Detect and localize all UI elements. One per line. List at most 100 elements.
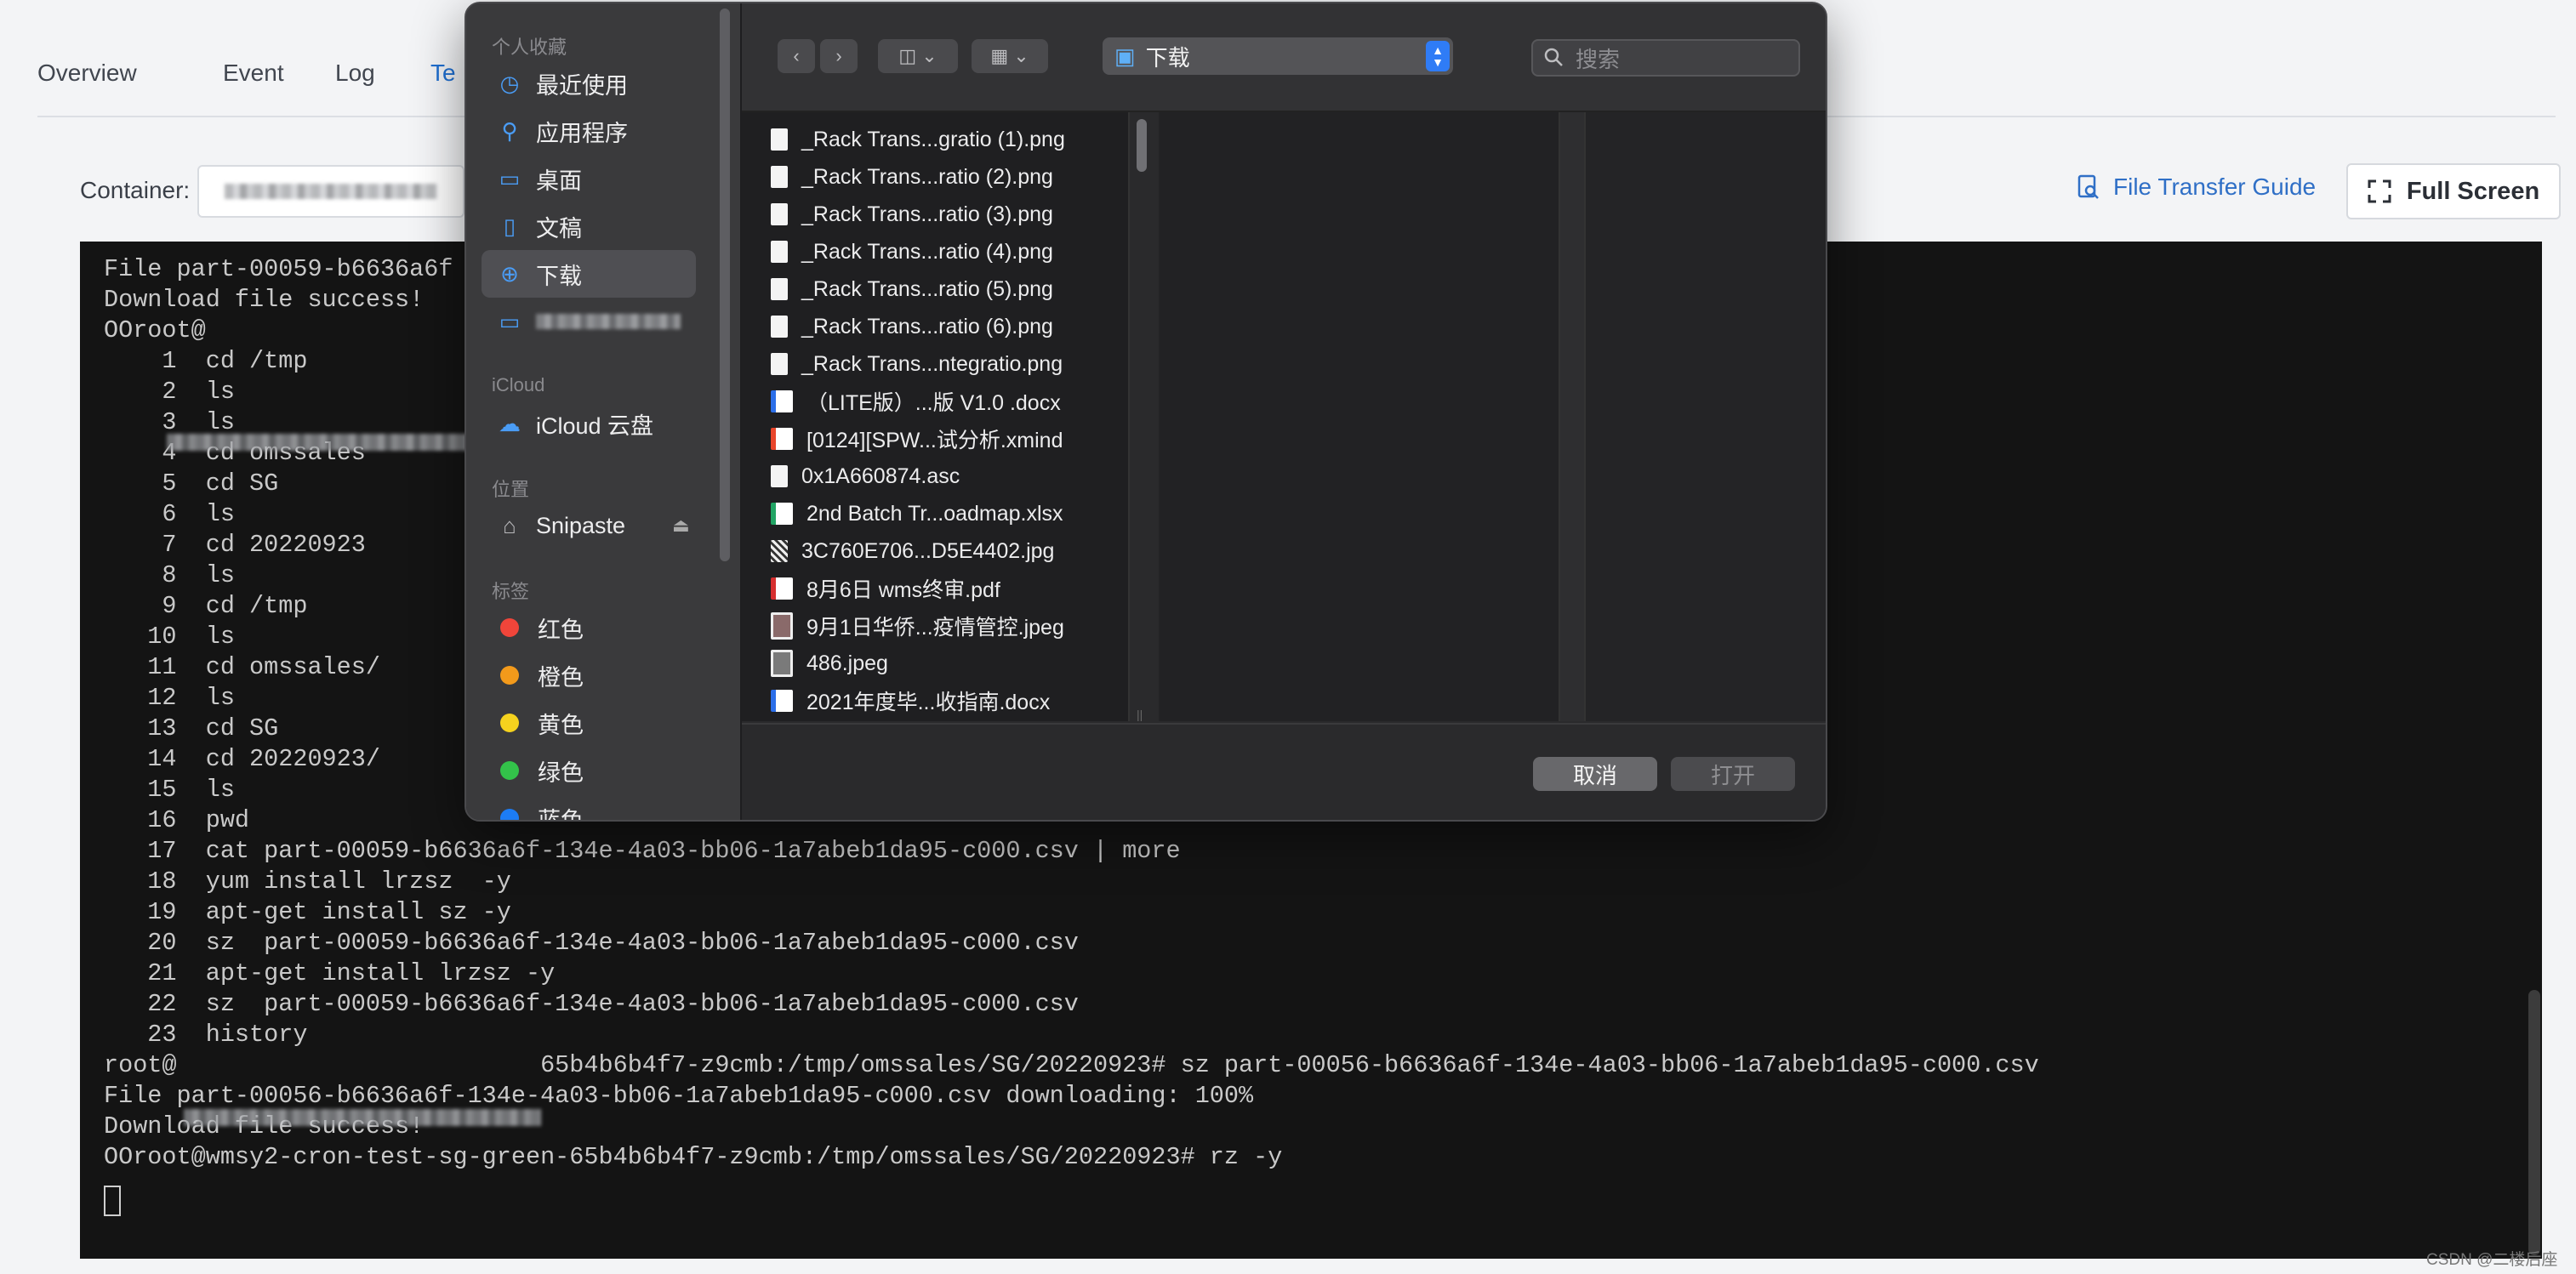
columns-view-icon: ◫ (898, 45, 917, 66)
tag-color-dot-icon (500, 618, 519, 637)
file-list-item[interactable]: _Rack Trans...ratio (5).png (771, 272, 1053, 306)
file-list-item[interactable]: 9月1日华侨...疫情管控.jpeg (771, 609, 1064, 643)
eject-icon[interactable]: ⏏ (672, 515, 690, 537)
file-list-item[interactable]: _Rack Trans...ntegratio.png (771, 347, 1063, 381)
file-list-item[interactable]: 0x1A660874.asc (771, 459, 960, 493)
terminal-line: OOroot@ (104, 316, 206, 344)
sidebar-item-favorite[interactable]: ◷ 最近使用 (482, 60, 696, 107)
file-png-icon (771, 128, 788, 151)
file-name: 0x1A660874.asc (801, 464, 960, 488)
dialog-footer: 取消 打开 (742, 723, 1826, 820)
sidebar-item-favorite[interactable]: ⚲ 应用程序 (482, 107, 696, 155)
file-list-item[interactable]: _Rack Trans...gratio (1).png (771, 122, 1065, 156)
sidebar-item-tag[interactable]: 红色 (482, 604, 696, 651)
tab-log[interactable]: Log (335, 60, 375, 87)
redacted-container-name (225, 184, 437, 199)
sidebar-item-tag[interactable]: 橙色 (482, 651, 696, 699)
tag-color-dot-icon (500, 714, 519, 732)
file-png-icon (771, 353, 788, 375)
terminal-cursor (104, 1186, 121, 1216)
column-resize-strip[interactable]: || (1130, 112, 1159, 721)
redacted-folder-name (536, 314, 681, 329)
grid-icon: ▦ (990, 45, 1009, 66)
sidebar-item-snipaste[interactable]: ⌂ Snipaste ⏏ (482, 502, 696, 549)
sidebar-scrollbar[interactable] (720, 9, 730, 561)
cancel-button[interactable]: 取消 (1533, 757, 1657, 791)
folder-icon: ▭ (499, 308, 521, 334)
sidebar-item-label: 绿色 (538, 759, 584, 786)
terminal-scrollbar[interactable] (2528, 990, 2540, 1255)
file-list-item[interactable]: 2021年度毕...收指南.docx (771, 684, 1050, 718)
group-by-button[interactable]: ▦ ⌄ (972, 39, 1048, 73)
sidebar-item-tag[interactable]: 蓝色 (482, 794, 696, 820)
file-list-scrollbar[interactable] (1137, 119, 1147, 172)
tab-overview[interactable]: Overview (37, 60, 137, 87)
terminal-line: 2 ls (104, 378, 235, 406)
location-popup[interactable]: ▣ 下载 ▲ ▼ (1103, 37, 1453, 75)
terminal-line: 18 yum install lrzsz -y (104, 867, 511, 896)
file-list-item[interactable]: 2nd Batch Tr...oadmap.xlsx (771, 497, 1063, 531)
sidebar-item-blurred-folder[interactable]: ▭ (482, 298, 696, 345)
full-screen-button[interactable]: Full Screen (2346, 163, 2561, 219)
locations-header: 位置 (492, 479, 530, 500)
sidebar-item-favorite[interactable]: ▯ 文稿 (482, 202, 696, 250)
sidebar-item-tag[interactable]: 绿色 (482, 747, 696, 794)
file-list-item[interactable]: _Rack Trans...ratio (2).png (771, 160, 1053, 194)
file-name: _Rack Trans...ntegratio.png (801, 351, 1063, 376)
sidebar-item-favorite[interactable]: ▭ 桌面 (482, 155, 696, 202)
open-file-dialog: 个人收藏 ◷ 最近使用 ⚲ 应用程序 ▭ 桌面 ▯ 文稿 ⊕ 下载 ▭ iCloud ☁ iClo… (464, 2, 1827, 822)
file-qr-icon (771, 540, 788, 562)
file-name: 2021年度毕...收指南.docx (806, 691, 1051, 714)
file-transfer-guide-link[interactable]: File Transfer Guide (2077, 173, 2316, 201)
file-list-item[interactable]: 3C760E706...D5E4402.jpg (771, 534, 1054, 568)
chevron-left-icon: ‹ (793, 45, 800, 66)
file-list-item[interactable]: [0124][SPW...试分析.xmind (771, 422, 1063, 456)
favorites-header: 个人收藏 (492, 37, 567, 58)
sidebar-item-favorite[interactable]: ⊕ 下载 (482, 250, 696, 298)
sidebar-item-label: 下载 (536, 263, 582, 289)
terminal-line: File part-00059-b6636a6f (104, 255, 453, 283)
tag-color-dot-icon (500, 666, 519, 685)
file-name: _Rack Trans...ratio (5).png (801, 276, 1053, 301)
download-icon: ⊕ (500, 260, 519, 287)
terminal-line: File part-00056-b6636a6f-134e-4a03-bb06-… (104, 1082, 1254, 1110)
chevron-right-icon: › (835, 45, 842, 66)
file-name: 3C760E706...D5E4402.jpg (801, 538, 1055, 563)
file-list-item[interactable]: 8月6日 wms终审.pdf (771, 572, 1000, 606)
terminal-line: 20 sz part-00059-b6636a6f-134e-4a03-bb06… (104, 929, 1079, 957)
search-field[interactable]: 搜索 (1531, 39, 1800, 77)
search-placeholder: 搜索 (1576, 46, 1621, 72)
terminal-line: root@ 65b4b6b4f7-z9cmb:/tmp/omssales/SG/… (104, 1051, 2039, 1079)
file-name: [0124][SPW...试分析.xmind (806, 429, 1063, 452)
forward-button[interactable]: › (820, 39, 858, 73)
redacted-hostname (184, 1109, 541, 1126)
file-name: （LITE版）...版 V1.0 .docx (806, 391, 1061, 415)
sidebar-item-label: iCloud 云盘 (536, 412, 654, 439)
sidebar-item-icloud-drive[interactable]: ☁ iCloud 云盘 (482, 400, 696, 447)
preview-column (1584, 112, 1826, 721)
file-list-item[interactable]: （LITE版）...版 V1.0 .docx (771, 384, 1061, 418)
file-list-item[interactable]: _Rack Trans...ratio (3).png (771, 197, 1053, 231)
sidebar-item-label: 红色 (538, 617, 584, 643)
tab-event[interactable]: Event (223, 60, 284, 87)
container-select[interactable] (197, 165, 464, 218)
column-resize-strip[interactable] (1560, 112, 1584, 721)
view-mode-button[interactable]: ◫ ⌄ (878, 39, 958, 73)
open-button[interactable]: 打开 (1671, 757, 1795, 791)
back-button[interactable]: ‹ (778, 39, 815, 73)
updown-arrows-icon: ▲ ▼ (1426, 41, 1450, 71)
tab-terminal[interactable]: Te (430, 60, 456, 87)
file-browser: _Rack Trans...gratio (1).png _Rack Trans.… (742, 112, 1826, 721)
sidebar-item-label: 黄色 (538, 712, 584, 738)
file-png-icon (771, 203, 788, 225)
file-word-icon (771, 390, 793, 412)
empty-column (1160, 112, 1560, 721)
file-list-item[interactable]: _Rack Trans...ratio (6).png (771, 310, 1053, 344)
terminal-line: 9 cd /tmp (104, 592, 308, 620)
file-png-icon (771, 166, 788, 188)
sidebar-item-label: 文稿 (536, 215, 582, 242)
sidebar-item-tag[interactable]: 黄色 (482, 699, 696, 747)
file-list-item[interactable]: _Rack Trans...ratio (4).png (771, 235, 1053, 269)
file-list-item[interactable]: 486.jpeg (771, 646, 888, 680)
sidebar-item-label: 桌面 (536, 168, 582, 194)
